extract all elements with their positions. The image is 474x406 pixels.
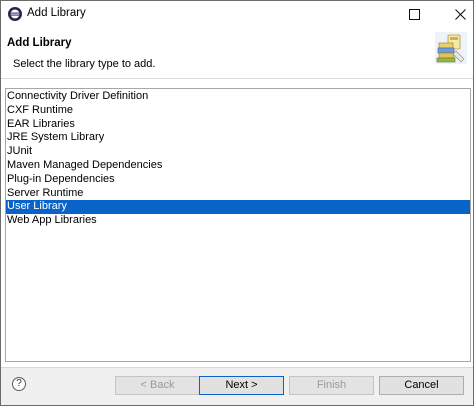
- close-icon: [454, 8, 466, 20]
- title-bar[interactable]: Add Library: [1, 1, 473, 27]
- library-type-item[interactable]: Server Runtime: [6, 187, 470, 201]
- add-library-dialog: Add Library Add Library Select the libra…: [0, 0, 474, 406]
- library-books-icon: [435, 32, 467, 64]
- close-button[interactable]: [437, 1, 474, 27]
- maximize-button[interactable]: [391, 1, 437, 27]
- library-type-item[interactable]: Maven Managed Dependencies: [6, 159, 470, 173]
- library-type-item[interactable]: JUnit: [6, 145, 470, 159]
- window-title: Add Library: [27, 7, 86, 19]
- library-type-item[interactable]: EAR Libraries: [6, 118, 470, 132]
- finish-button[interactable]: Finish: [289, 376, 374, 395]
- back-button[interactable]: < Back: [115, 376, 200, 395]
- library-type-list[interactable]: Connectivity Driver Definition CXF Runtim…: [5, 88, 471, 362]
- library-type-item[interactable]: Plug-in Dependencies: [6, 173, 470, 187]
- library-type-item[interactable]: User Library: [6, 200, 470, 215]
- help-icon[interactable]: ?: [12, 377, 26, 391]
- next-button[interactable]: Next >: [199, 376, 284, 395]
- wizard-header: Add Library Select the library type to a…: [1, 27, 473, 79]
- page-description: Select the library type to add.: [13, 58, 156, 70]
- cancel-button[interactable]: Cancel: [379, 376, 464, 395]
- library-type-item[interactable]: CXF Runtime: [6, 104, 470, 118]
- page-title: Add Library: [7, 37, 72, 49]
- eclipse-app-icon: [8, 7, 22, 21]
- library-type-item[interactable]: JRE System Library: [6, 131, 470, 145]
- maximize-icon: [408, 8, 420, 20]
- button-bar: ? < Back Next > Finish Cancel: [1, 367, 473, 405]
- library-type-item[interactable]: Connectivity Driver Definition: [6, 90, 470, 104]
- library-type-item[interactable]: Web App Libraries: [6, 214, 470, 228]
